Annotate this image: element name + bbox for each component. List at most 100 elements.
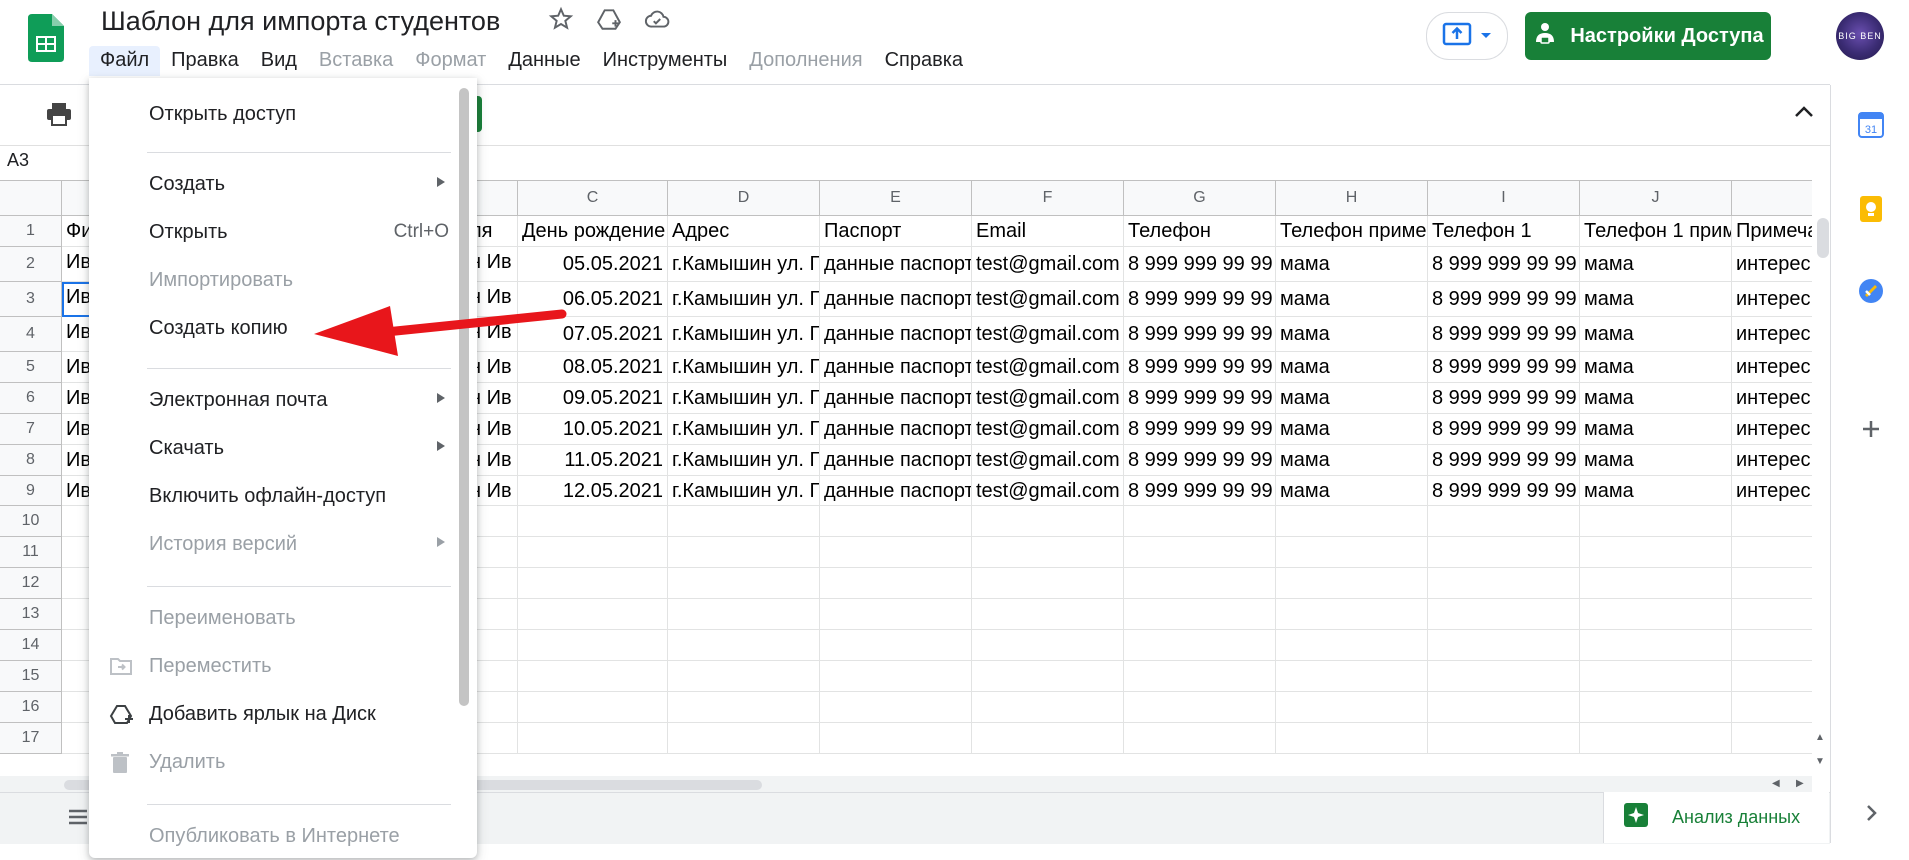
document-title[interactable]: Шаблон для импорта студентов bbox=[101, 6, 500, 37]
cell-d7[interactable]: г.Камышин ул. Г bbox=[668, 414, 820, 445]
cell-i4[interactable]: 8 999 999 99 99 bbox=[1428, 317, 1580, 352]
cell-h1[interactable]: Телефон приме bbox=[1276, 216, 1428, 247]
cell-i8[interactable]: 8 999 999 99 99 bbox=[1428, 445, 1580, 476]
menu-tools[interactable]: Инструменты bbox=[592, 46, 739, 76]
cell-a[interactable]: Ив bbox=[62, 476, 92, 506]
cell-i10[interactable] bbox=[1428, 506, 1580, 537]
menu-item-add-shortcut[interactable]: Добавить ярлык на Диск bbox=[89, 692, 449, 738]
cell-h15[interactable] bbox=[1276, 661, 1428, 692]
cell-e8[interactable]: данные паспорт bbox=[820, 445, 972, 476]
row-header[interactable]: 13 bbox=[0, 599, 62, 630]
cell-e11[interactable] bbox=[820, 537, 972, 568]
cell-g10[interactable] bbox=[1124, 506, 1276, 537]
keep-icon[interactable] bbox=[1857, 195, 1885, 223]
cell-f17[interactable] bbox=[972, 723, 1124, 754]
cell-i12[interactable] bbox=[1428, 568, 1580, 599]
cell-j13[interactable] bbox=[1580, 599, 1732, 630]
cell-f9[interactable]: test@gmail.com bbox=[972, 476, 1124, 506]
menu-item-open[interactable]: Открыть Ctrl+O bbox=[89, 210, 449, 256]
scroll-up-arrow-icon[interactable]: ▲ bbox=[1815, 732, 1825, 743]
cell-k14[interactable] bbox=[1732, 630, 1812, 661]
cell-c13[interactable] bbox=[518, 599, 668, 630]
cell-g17[interactable] bbox=[1124, 723, 1276, 754]
cell-f2[interactable]: test@gmail.com bbox=[972, 247, 1124, 282]
scroll-left-arrow-icon[interactable]: ◀ bbox=[1772, 778, 1780, 789]
cell-e17[interactable] bbox=[820, 723, 972, 754]
all-sheets-menu-icon[interactable] bbox=[68, 808, 88, 831]
cell-a[interactable] bbox=[62, 661, 92, 692]
cell-i3[interactable]: 8 999 999 99 99 bbox=[1428, 282, 1580, 317]
cell-e6[interactable]: данные паспорт bbox=[820, 383, 972, 414]
cell-k13[interactable] bbox=[1732, 599, 1812, 630]
column-header-i[interactable]: I bbox=[1428, 181, 1580, 216]
cell-d14[interactable] bbox=[668, 630, 820, 661]
cell-a[interactable] bbox=[62, 506, 92, 537]
menu-item-offline[interactable]: Включить офлайн-доступ bbox=[89, 474, 449, 520]
cell-i1[interactable]: Телефон 1 bbox=[1428, 216, 1580, 247]
cell-a[interactable] bbox=[62, 692, 92, 723]
cell-i17[interactable] bbox=[1428, 723, 1580, 754]
vertical-scrollbar-thumb[interactable] bbox=[1817, 218, 1829, 258]
cell-j3[interactable]: мама bbox=[1580, 282, 1732, 317]
cell-h6[interactable]: мама bbox=[1276, 383, 1428, 414]
cell-f7[interactable]: test@gmail.com bbox=[972, 414, 1124, 445]
sheets-logo-icon[interactable] bbox=[28, 14, 64, 62]
column-header-d[interactable]: D bbox=[668, 181, 820, 216]
cell-e3[interactable]: данные паспорт bbox=[820, 282, 972, 317]
cell-j6[interactable]: мама bbox=[1580, 383, 1732, 414]
row-header[interactable]: 11 bbox=[0, 537, 62, 568]
row-header[interactable]: 8 bbox=[0, 445, 62, 476]
cell-c7[interactable]: 10.05.2021 bbox=[518, 414, 668, 445]
cell-k3[interactable]: интерес bbox=[1732, 282, 1812, 317]
cell-j15[interactable] bbox=[1580, 661, 1732, 692]
cell-e16[interactable] bbox=[820, 692, 972, 723]
row-header[interactable]: 9 bbox=[0, 476, 62, 506]
cell-i2[interactable]: 8 999 999 99 99 bbox=[1428, 247, 1580, 282]
column-header-f[interactable]: F bbox=[972, 181, 1124, 216]
cell-a3-selected[interactable]: Ив bbox=[62, 282, 92, 317]
cell-h4[interactable]: мама bbox=[1276, 317, 1428, 352]
cell-k16[interactable] bbox=[1732, 692, 1812, 723]
cell-h9[interactable]: мама bbox=[1276, 476, 1428, 506]
expand-panel-icon[interactable] bbox=[1857, 799, 1885, 827]
menu-addons[interactable]: Дополнения bbox=[738, 46, 873, 76]
column-header-k[interactable] bbox=[1732, 181, 1812, 216]
row-header[interactable]: 10 bbox=[0, 506, 62, 537]
cell-g14[interactable] bbox=[1124, 630, 1276, 661]
cell-d8[interactable]: г.Камышин ул. Г bbox=[668, 445, 820, 476]
cell-e7[interactable]: данные паспорт bbox=[820, 414, 972, 445]
cell-f11[interactable] bbox=[972, 537, 1124, 568]
cell-d3[interactable]: г.Камышин ул. Г bbox=[668, 282, 820, 317]
menu-item-publish[interactable]: Опубликовать в Интернете bbox=[89, 814, 449, 860]
cell-d4[interactable]: г.Камышин ул. Г bbox=[668, 317, 820, 352]
cell-c15[interactable] bbox=[518, 661, 668, 692]
cell-d6[interactable]: г.Камышин ул. Г bbox=[668, 383, 820, 414]
present-button[interactable] bbox=[1426, 12, 1508, 60]
cell-c9[interactable]: 12.05.2021 bbox=[518, 476, 668, 506]
cell-g16[interactable] bbox=[1124, 692, 1276, 723]
cell-h2[interactable]: мама bbox=[1276, 247, 1428, 282]
cell-c10[interactable] bbox=[518, 506, 668, 537]
cell-j5[interactable]: мама bbox=[1580, 352, 1732, 383]
column-header-h[interactable]: H bbox=[1276, 181, 1428, 216]
cell-g8[interactable]: 8 999 999 99 99 bbox=[1124, 445, 1276, 476]
cell-d9[interactable]: г.Камышин ул. Г bbox=[668, 476, 820, 506]
row-header[interactable]: 17 bbox=[0, 723, 62, 754]
cell-k12[interactable] bbox=[1732, 568, 1812, 599]
cell-h13[interactable] bbox=[1276, 599, 1428, 630]
cell-h3[interactable]: мама bbox=[1276, 282, 1428, 317]
cell-k5[interactable]: интерес bbox=[1732, 352, 1812, 383]
add-addon-icon[interactable] bbox=[1857, 415, 1885, 443]
cell-h5[interactable]: мама bbox=[1276, 352, 1428, 383]
menu-scrollbar-thumb[interactable] bbox=[459, 88, 469, 706]
cell-k4[interactable]: интерес bbox=[1732, 317, 1812, 352]
star-icon[interactable] bbox=[548, 6, 574, 37]
cell-e4[interactable]: данные паспорт bbox=[820, 317, 972, 352]
cell-a[interactable]: Ив bbox=[62, 352, 92, 383]
cell-d17[interactable] bbox=[668, 723, 820, 754]
cell-i13[interactable] bbox=[1428, 599, 1580, 630]
cell-i16[interactable] bbox=[1428, 692, 1580, 723]
row-header[interactable]: 5 bbox=[0, 352, 62, 383]
cell-g7[interactable]: 8 999 999 99 99 bbox=[1124, 414, 1276, 445]
cell-d5[interactable]: г.Камышин ул. Г bbox=[668, 352, 820, 383]
